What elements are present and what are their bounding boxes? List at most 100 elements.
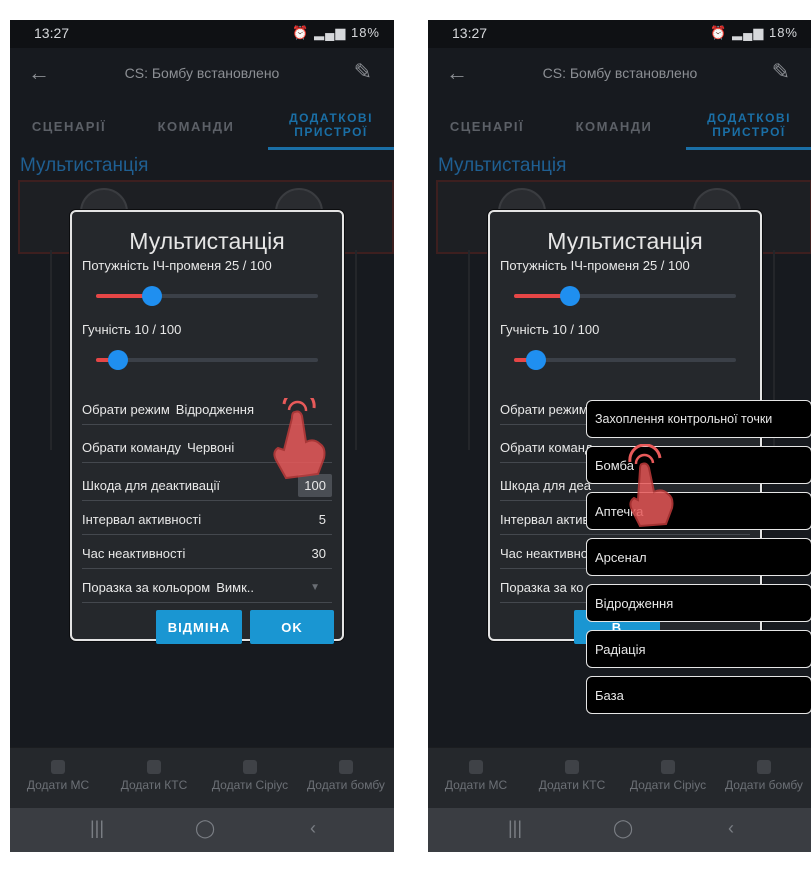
tab-teams[interactable]: КОМАНДИ: [553, 102, 675, 150]
inactive-row: Час неактивності 30: [82, 538, 332, 569]
tab-teams[interactable]: КОМАНДИ: [135, 102, 257, 150]
divider: [50, 250, 52, 450]
recent-apps-icon[interactable]: |||: [90, 818, 104, 839]
edit-pencil-icon[interactable]: ✎: [772, 59, 790, 85]
damage-label: Шкода для деа: [500, 477, 591, 493]
edit-pencil-icon[interactable]: ✎: [354, 59, 372, 85]
tab-extra-devices[interactable]: ДОДАТКОВІ ПРИСТРОЇ: [686, 102, 811, 150]
tab-scenarios[interactable]: СЦЕНАРІЇ: [428, 102, 546, 150]
home-icon[interactable]: ◯: [195, 818, 215, 839]
tab-scenarios[interactable]: СЦЕНАРІЇ: [10, 102, 128, 150]
ir-power-slider[interactable]: [514, 286, 736, 306]
ir-power-label: Потужність ІЧ-променя 25 / 100: [500, 258, 690, 273]
kts-icon: [565, 760, 579, 774]
dropdown-option[interactable]: База: [586, 676, 811, 714]
mode-label: Обрати режим: [500, 401, 588, 417]
dialog-title: Мультистанція: [129, 228, 285, 254]
mode-value: Відродження: [175, 401, 255, 417]
slider-knob[interactable]: [141, 286, 162, 306]
nav-add-sirius[interactable]: Додати Сіріус: [620, 748, 716, 808]
nav-label: Додати бомбу: [725, 778, 803, 792]
nav-label: Додати МС: [444, 778, 508, 792]
dropdown-option[interactable]: Бомба: [586, 446, 811, 484]
nav-label: Додати КТС: [538, 778, 606, 792]
nav-label: Додати МС: [26, 778, 90, 792]
color-defeat-select[interactable]: Поразка за кольором Вимк.. ▼: [82, 572, 332, 603]
nav-add-bomb[interactable]: Додати бомбу: [298, 748, 394, 808]
team-value: Червоні: [187, 439, 235, 455]
nav-add-bomb[interactable]: Додати бомбу: [716, 748, 811, 808]
system-nav-bar: ||| ◯ ‹: [428, 808, 811, 852]
back-icon[interactable]: ‹: [728, 818, 734, 839]
nav-add-kts[interactable]: Додати КТС: [524, 748, 620, 808]
tab-extra-devices-label: ДОДАТКОВІ ПРИСТРОЇ: [289, 110, 373, 139]
slider-knob[interactable]: [108, 350, 129, 370]
interval-input[interactable]: 5: [319, 512, 332, 527]
nav-label: Додати КТС: [120, 778, 188, 792]
tab-bar: СЦЕНАРІЇ КОМАНДИ ДОДАТКОВІ ПРИСТРОЇ: [428, 102, 811, 152]
inactive-label: Час неактивності: [82, 545, 186, 561]
interval-label: Інтервал активності: [82, 511, 202, 527]
bomb-icon: [339, 760, 353, 774]
team-label: Обрати команду: [82, 439, 182, 455]
inactive-label: Час неактивно: [500, 545, 589, 561]
bomb-icon: [757, 760, 771, 774]
right-phone-screen: 13:27 ⏰ ▂▄▆ 18% ← CS: Бомбу встановлено …: [428, 20, 811, 852]
dropdown-option[interactable]: Захоплення контрольної точки: [586, 400, 811, 438]
battery-level: 18%: [350, 25, 380, 40]
nav-add-ms[interactable]: Додати МС: [10, 748, 106, 808]
recent-apps-icon[interactable]: |||: [508, 818, 522, 839]
mode-label: Обрати режим: [82, 401, 170, 417]
tab-extra-devices[interactable]: ДОДАТКОВІ ПРИСТРОЇ: [268, 102, 394, 150]
nav-label: Додати бомбу: [307, 778, 385, 792]
ir-power-slider[interactable]: [96, 286, 318, 306]
dropdown-option[interactable]: Аптечка: [586, 492, 811, 530]
nav-label: Додати Сіріус: [629, 778, 707, 792]
color-defeat-label: Поразка за ко: [500, 579, 584, 595]
tap-hand-icon: [628, 444, 674, 528]
color-defeat-label: Поразка за кольором: [82, 579, 211, 595]
app-bar: ← CS: Бомбу встановлено ✎: [10, 48, 394, 102]
dialog-title: Мультистанція: [547, 228, 703, 254]
ok-button[interactable]: OK: [250, 610, 334, 644]
volume-label: Гучність 10 / 100: [82, 322, 182, 337]
chevron-down-icon: ▼: [310, 581, 320, 593]
cancel-button[interactable]: ВІДМІНА: [156, 610, 242, 644]
nav-add-kts[interactable]: Додати КТС: [106, 748, 202, 808]
status-icons: ⏰ ▂▄▆ 18%: [710, 25, 798, 41]
tab-extra-devices-label: ДОДАТКОВІ ПРИСТРОЇ: [707, 110, 791, 139]
alarm-icon: ⏰: [710, 25, 728, 40]
status-bar: 13:27 ⏰ ▂▄▆ 18%: [10, 20, 394, 48]
app-title: CS: Бомбу встановлено: [542, 65, 698, 81]
left-phone-screen: 13:27 ⏰ ▂▄▆ 18% ← CS: Бомбу встановлено …: [10, 20, 394, 852]
status-time: 13:27: [452, 25, 488, 41]
signal-icon: ▂▄▆: [732, 25, 765, 40]
back-icon[interactable]: ‹: [310, 818, 316, 839]
alarm-icon: ⏰: [292, 25, 310, 40]
status-bar: 13:27 ⏰ ▂▄▆ 18%: [428, 20, 811, 48]
home-icon[interactable]: ◯: [613, 818, 633, 839]
slider-knob[interactable]: [526, 350, 547, 370]
inactive-input[interactable]: 30: [312, 546, 332, 561]
bottom-nav: Додати МС Додати КТС Додати Сіріус Додат…: [428, 747, 811, 808]
tab-bar: СЦЕНАРІЇ КОМАНДИ ДОДАТКОВІ ПРИСТРОЇ: [10, 102, 394, 152]
dropdown-option[interactable]: Радіація: [586, 630, 811, 668]
volume-slider[interactable]: [514, 350, 736, 370]
app-title: CS: Бомбу встановлено: [124, 65, 280, 81]
interval-label: Інтервал актив: [500, 511, 590, 527]
color-defeat-value: Вимк..: [216, 579, 255, 595]
nav-add-ms[interactable]: Додати МС: [428, 748, 524, 808]
volume-slider[interactable]: [96, 350, 318, 370]
nav-add-sirius[interactable]: Додати Сіріус: [202, 748, 298, 808]
team-label: Обрати команд: [500, 439, 593, 455]
damage-label: Шкода для деактивації: [82, 477, 220, 493]
section-title: Мультистанція: [20, 155, 149, 176]
system-nav-bar: ||| ◯ ‹: [10, 808, 394, 852]
section-title: Мультистанція: [438, 155, 567, 176]
dropdown-option[interactable]: Арсенал: [586, 538, 811, 576]
dropdown-option[interactable]: Відродження: [586, 584, 811, 622]
multistation-icon: [51, 760, 65, 774]
status-time: 13:27: [34, 25, 70, 41]
divider: [355, 250, 357, 450]
slider-knob[interactable]: [559, 286, 580, 306]
